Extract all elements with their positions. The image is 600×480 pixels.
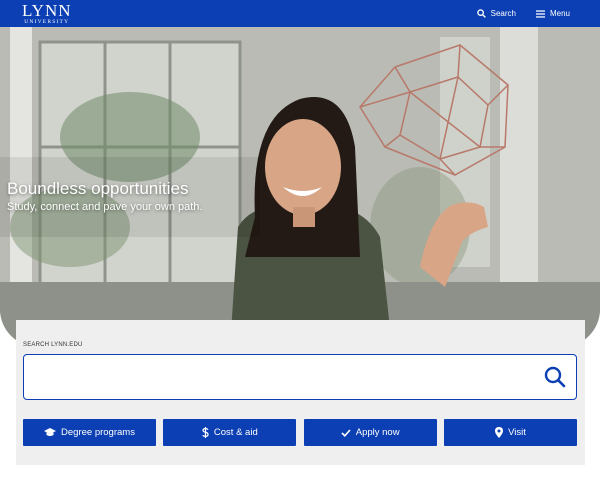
hero-subtitle: Study, connect and pave your own path. — [7, 201, 203, 213]
visit-button[interactable]: Visit — [443, 419, 577, 446]
checkmark-icon — [341, 428, 351, 437]
header-search-button[interactable]: Search — [476, 9, 516, 18]
search-submit-button[interactable] — [544, 366, 566, 388]
hamburger-icon — [535, 9, 545, 18]
header-nav: Search Menu — [476, 9, 570, 18]
search-input[interactable] — [24, 355, 524, 397]
header-menu-label: Menu — [549, 9, 570, 18]
site-header: LYNN UNIVERSITY Search Menu — [0, 0, 600, 27]
logo-subtitle: UNIVERSITY — [24, 18, 70, 25]
search-icon — [476, 9, 486, 18]
search-panel: SEARCH LYNN.EDU Degree programs Cost & a… — [16, 320, 585, 465]
lynn-logo[interactable]: LYNN UNIVERSITY — [22, 2, 72, 26]
header-search-label: Search — [490, 9, 516, 18]
apply-now-label: Apply now — [355, 427, 400, 438]
hero-banner: Boundless opportunities Study, connect a… — [0, 27, 600, 347]
visit-label: Visit — [508, 427, 526, 438]
quick-links: Degree programs Cost & aid Apply now Vis… — [23, 419, 577, 446]
hero-text: Boundless opportunities Study, connect a… — [7, 179, 202, 213]
graduation-cap-icon — [44, 428, 57, 437]
degree-programs-label: Degree programs — [61, 427, 135, 438]
degree-programs-button[interactable]: Degree programs — [23, 419, 156, 446]
apply-now-button[interactable]: Apply now — [303, 419, 437, 446]
search-icon — [544, 366, 566, 392]
logo-wordmark: LYNN — [22, 0, 72, 20]
search-box — [23, 354, 577, 400]
header-menu-button[interactable]: Menu — [535, 9, 570, 18]
dollar-icon — [202, 427, 209, 438]
cost-aid-button[interactable]: Cost & aid — [163, 419, 297, 446]
map-pin-icon — [495, 427, 504, 438]
cost-aid-label: Cost & aid — [213, 427, 258, 438]
hero-title: Boundless opportunities — [7, 179, 189, 198]
search-label: SEARCH LYNN.EDU — [23, 342, 83, 348]
